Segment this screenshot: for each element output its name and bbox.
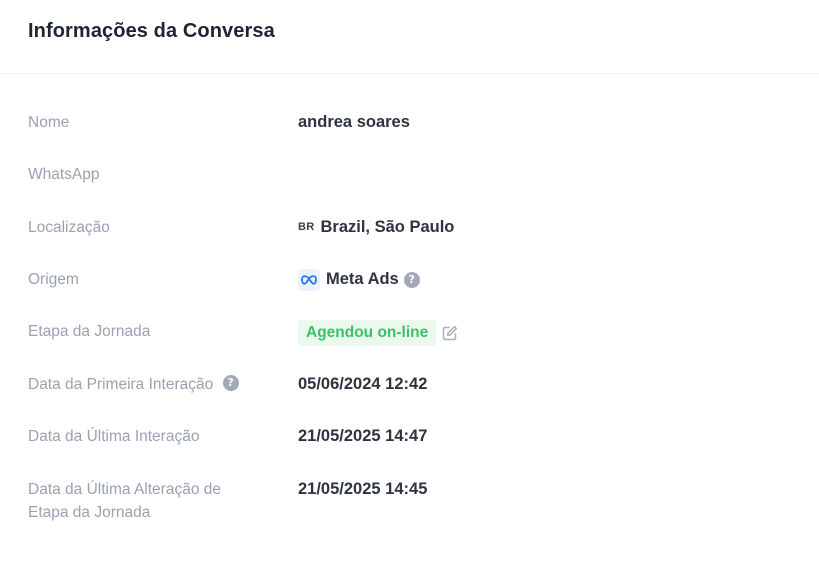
field-value-ultima-alteracao: 21/05/2025 14:45 bbox=[298, 480, 428, 498]
field-label-ultima-interacao: Data da Última Interação bbox=[28, 428, 200, 445]
field-value-ultima-interacao: 21/05/2025 14:47 bbox=[298, 427, 428, 445]
field-value-origem: Meta Ads ? bbox=[298, 268, 420, 291]
field-label-localizacao: Localização bbox=[28, 219, 110, 236]
brazil-flag-icon: BR bbox=[298, 221, 315, 233]
first-interaction-label-text: Data da Primeira Interação bbox=[28, 376, 214, 393]
page-title: Informações da Conversa bbox=[28, 20, 275, 42]
edit-icon[interactable] bbox=[442, 325, 458, 341]
meta-logo-icon bbox=[298, 268, 320, 291]
field-label-primeira-interacao: Data da Primeira Interação ? bbox=[28, 373, 268, 396]
panel-header: Informações da Conversa bbox=[0, 0, 819, 74]
origin-text: Meta Ads bbox=[326, 270, 399, 288]
help-icon[interactable]: ? bbox=[403, 271, 420, 288]
location-text: Brazil, São Paulo bbox=[320, 218, 455, 236]
field-label-ultima-alteracao: Data da Última Alteração de Etapa da Jor… bbox=[28, 481, 221, 521]
field-value-primeira-interacao: 05/06/2024 12:42 bbox=[298, 375, 428, 393]
field-value-localizacao: BR Brazil, São Paulo bbox=[298, 216, 454, 239]
field-label-etapa: Etapa da Jornada bbox=[28, 323, 151, 340]
field-value-etapa: Agendou on-line bbox=[298, 320, 458, 346]
help-icon[interactable]: ? bbox=[222, 375, 239, 392]
field-label-origem: Origem bbox=[28, 271, 79, 288]
field-label-nome: Nome bbox=[28, 114, 70, 131]
journey-stage-badge: Agendou on-line bbox=[298, 320, 437, 346]
field-value-nome: andrea soares bbox=[298, 113, 410, 131]
field-label-whatsapp: WhatsApp bbox=[28, 166, 100, 183]
